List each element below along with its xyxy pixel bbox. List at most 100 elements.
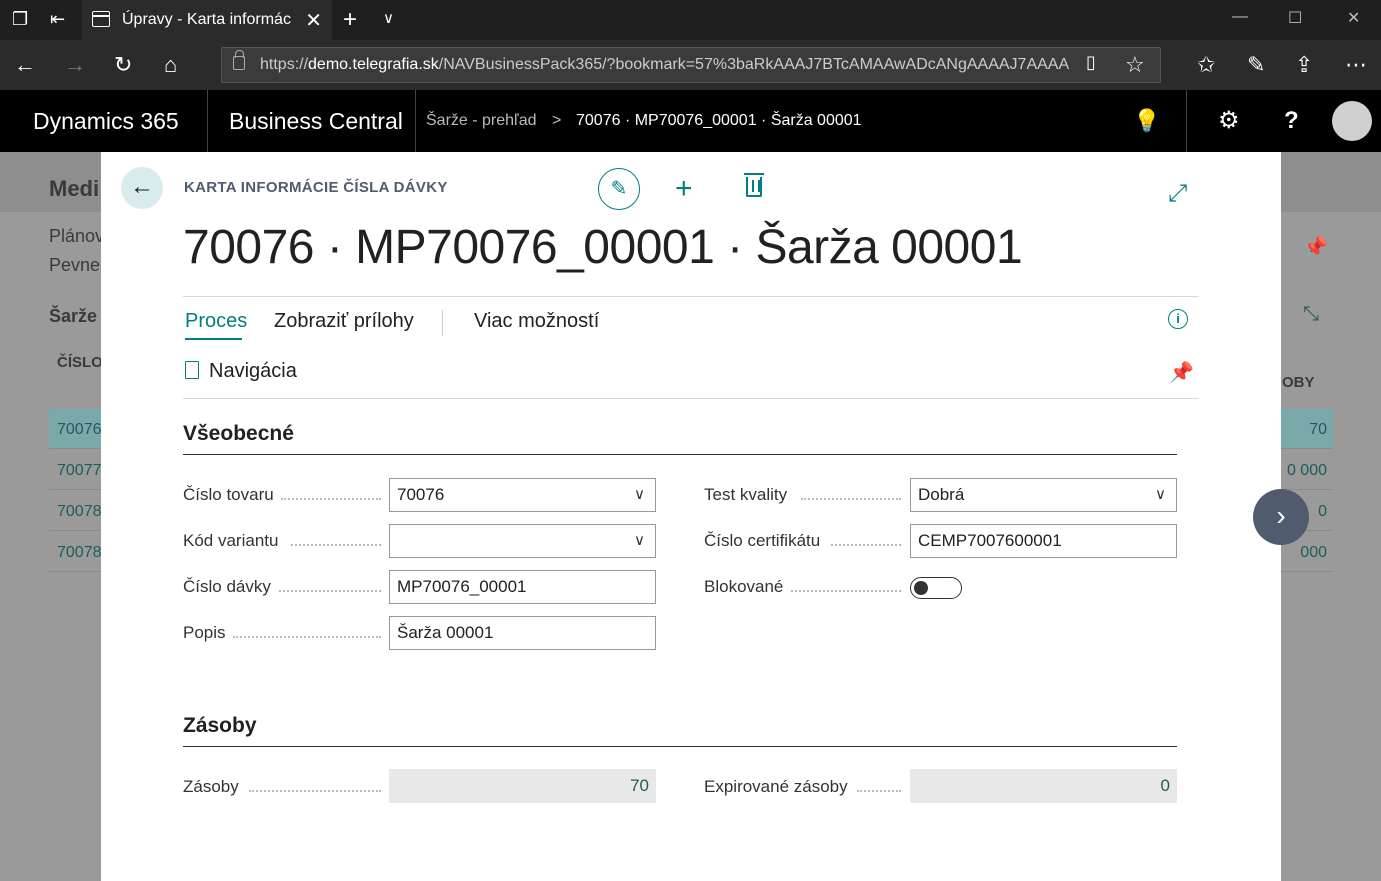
section-inventory-title[interactable]: Zásoby — [183, 714, 257, 738]
chevron-down-icon[interactable]: ∨ — [634, 479, 645, 511]
row-id: 70078 — [57, 544, 102, 561]
edit-pencil-button[interactable]: ✎ — [598, 168, 640, 210]
item-no-label: Číslo tovaru — [183, 485, 274, 504]
back-arrow-button[interactable]: ← — [121, 167, 163, 209]
variant-label: Kód variantu — [183, 531, 279, 550]
new-plus-button[interactable]: + — [675, 172, 693, 206]
blocked-label: Blokované — [704, 577, 784, 596]
close-window-icon[interactable]: ✕ — [1347, 8, 1360, 28]
business-central-title[interactable]: Business Central — [229, 90, 403, 152]
maximize-icon[interactable]: ☐ — [1288, 8, 1302, 28]
pen-icon[interactable]: ✎ — [1247, 52, 1265, 78]
description-label: Popis — [183, 623, 226, 642]
bg-collapse-icon: ⤡ — [1303, 303, 1319, 325]
lot-no-label: Číslo dávky — [183, 577, 271, 596]
navigate-icon[interactable] — [185, 361, 199, 379]
label-dots — [801, 498, 901, 500]
row-id: 70077 — [57, 462, 102, 479]
forward-icon[interactable]: → — [64, 52, 86, 78]
divider — [183, 398, 1199, 399]
description-value: Šarža 00001 — [397, 623, 494, 642]
card-type-label: KARTA INFORMÁCIE ČÍSLA DÁVKY — [184, 179, 448, 196]
quality-test-field[interactable]: Dobrá ∨ — [910, 478, 1177, 512]
quality-test-label: Test kvality — [704, 485, 788, 504]
browser-tab[interactable]: Úpravy - Karta informác ✕ — [82, 0, 332, 40]
row-value: 000 — [1300, 544, 1327, 561]
pin-icon[interactable]: 📌 — [1169, 360, 1194, 385]
action-more-options[interactable]: Viac možností — [474, 310, 599, 333]
bg-col-header-right: OBY — [1282, 374, 1315, 391]
address-bar-row: ← → ↻ ⌂ https://demo.telegrafia.sk/NAVBu… — [0, 40, 1381, 90]
settings-gear-icon[interactable]: ⚙ — [1218, 90, 1240, 152]
expand-icon[interactable]: ⤢ — [1168, 180, 1187, 208]
dynamics-365-title[interactable]: Dynamics 365 — [33, 90, 179, 152]
breadcrumb-separator: > — [552, 112, 562, 129]
expired-inventory-value[interactable]: 0 — [910, 769, 1177, 803]
item-no-field[interactable]: 70076 ∨ — [389, 478, 656, 512]
description-field[interactable]: Šarža 00001 — [389, 616, 656, 650]
inventory-value[interactable]: 70 — [389, 769, 656, 803]
set-aside-icon[interactable]: ⇤ — [50, 9, 65, 30]
minimize-icon[interactable]: — — [1232, 8, 1248, 26]
lock-icon — [233, 50, 245, 70]
bg-pin-icon: 📌 — [1303, 237, 1328, 259]
back-icon[interactable]: ← — [14, 52, 36, 78]
favorites-icon[interactable]: ✩ — [1197, 52, 1215, 78]
expired-inventory-label: Expirované zásoby — [704, 777, 848, 796]
row-value: 0 000 — [1286, 462, 1327, 479]
blocked-toggle[interactable] — [910, 577, 962, 599]
lot-no-value: MP70076_00001 — [397, 577, 527, 596]
action-separator — [442, 310, 443, 336]
header-separator — [415, 90, 416, 152]
quality-test-value: Dobrá — [918, 485, 965, 504]
item-no-value: 70076 — [397, 485, 445, 504]
variant-field[interactable]: ∨ — [389, 524, 656, 558]
user-avatar[interactable] — [1332, 101, 1372, 141]
chevron-down-icon[interactable]: ∨ — [634, 525, 645, 557]
share-icon[interactable]: ⇪ — [1295, 52, 1313, 78]
label-dots — [249, 790, 381, 792]
certificate-no-field[interactable]: CEMP7007600001 — [910, 524, 1177, 558]
action-navigation[interactable]: Navigácia — [209, 360, 297, 383]
url-domain: demo.telegrafia.sk — [308, 56, 439, 73]
active-action-underline — [185, 338, 242, 340]
tab-title: Úpravy - Karta informác — [122, 11, 291, 28]
action-show-attachments[interactable]: Zobraziť prílohy — [274, 310, 414, 333]
section-general-title[interactable]: Všeobecné — [183, 422, 294, 446]
certificate-no-label: Číslo certifikátu — [704, 531, 821, 550]
more-icon[interactable]: ⋯ — [1345, 52, 1367, 78]
page-favicon-icon — [92, 11, 110, 27]
reading-view-icon[interactable]: ▯ — [1086, 52, 1096, 73]
lot-no-field[interactable]: MP70076_00001 — [389, 570, 656, 604]
lightbulb-icon[interactable]: 💡 — [1133, 90, 1160, 152]
label-dots — [831, 544, 901, 546]
header-separator — [207, 90, 208, 152]
certificate-no-value: CEMP7007600001 — [918, 531, 1062, 550]
app-header: Dynamics 365 Business Central Šarže - pr… — [0, 90, 1381, 152]
home-icon[interactable]: ⌂ — [164, 52, 177, 78]
url-input[interactable]: https://demo.telegrafia.sk/NAVBusinessPa… — [221, 47, 1161, 83]
breadcrumb-current: 70076 · MP70076_00001 · Šarža 00001 — [576, 112, 862, 129]
card-title: 70076 · MP70076_00001 · Šarža 00001 — [183, 221, 1023, 274]
next-record-button[interactable]: › — [1253, 489, 1309, 545]
url-path: /NAVBusinessPack365/?bookmark=57%3baRkAA… — [438, 56, 1070, 73]
tab-bar: ❐ ⇤ Úpravy - Karta informác ✕ + ∨ — ☐ ✕ — [0, 0, 1381, 40]
help-icon[interactable]: ? — [1284, 90, 1299, 152]
tab-actions-icon[interactable]: ❐ — [12, 9, 28, 30]
bg-page-title: Medi — [49, 176, 100, 201]
info-icon[interactable]: i — [1168, 309, 1188, 329]
browser-chrome: ❐ ⇤ Úpravy - Karta informác ✕ + ∨ — ☐ ✕ … — [0, 0, 1381, 90]
bg-list-title: Šarže — [49, 306, 98, 326]
action-process[interactable]: Proces — [185, 310, 247, 333]
delete-trash-icon[interactable] — [744, 173, 764, 197]
divider — [183, 296, 1199, 297]
chevron-down-icon[interactable]: ∨ — [1155, 479, 1166, 511]
new-tab-icon[interactable]: + — [343, 6, 357, 34]
breadcrumb-parent[interactable]: Šarže - prehľad — [426, 90, 537, 152]
url-prefix: https:// — [260, 56, 309, 73]
tab-list-icon[interactable]: ∨ — [383, 9, 394, 27]
favorite-star-icon[interactable]: ☆ — [1125, 52, 1145, 78]
refresh-icon[interactable]: ↻ — [114, 52, 132, 78]
close-tab-icon[interactable]: ✕ — [305, 8, 322, 33]
section-line — [183, 454, 1177, 455]
